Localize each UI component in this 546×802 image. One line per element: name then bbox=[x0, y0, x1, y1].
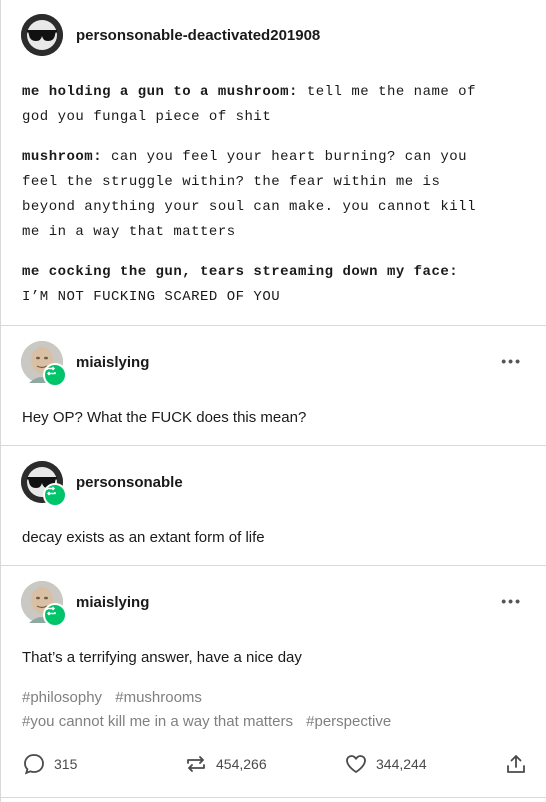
blog-name[interactable]: personsonable bbox=[76, 474, 183, 491]
reblog-entry: miaislying ••• That’s a terrifying answe… bbox=[0, 565, 546, 685]
heart-icon bbox=[346, 755, 366, 773]
comment-count: 315 bbox=[54, 756, 78, 772]
op-paragraph: mushroom: can you feel your heart burnin… bbox=[22, 145, 522, 245]
reblog-text: Hey OP? What the FUCK does this mean? bbox=[22, 409, 307, 426]
tag-link[interactable]: #philosophy bbox=[22, 689, 102, 706]
comment-button[interactable]: 315 bbox=[22, 752, 77, 776]
avatar[interactable] bbox=[21, 341, 67, 387]
avatar[interactable] bbox=[21, 461, 67, 507]
reblog-badge-icon bbox=[43, 483, 67, 507]
reblog-entry: miaislying ••• Hey OP? What the FUCK doe… bbox=[0, 325, 546, 445]
reblog-entry: personsonable decay exists as an extant … bbox=[0, 445, 546, 565]
post-footer: 315 454,266 344,244 bbox=[22, 752, 528, 780]
speaker-label: mushroom: bbox=[22, 149, 103, 165]
like-button[interactable]: 344,244 bbox=[344, 752, 427, 776]
tag-link[interactable]: #you cannot kill me in a way that matter… bbox=[22, 713, 293, 730]
reblog-badge-icon bbox=[43, 603, 67, 627]
speaker-label: me cocking the gun, tears streaming down… bbox=[22, 264, 459, 280]
tag-list: #philosophy #mushrooms #you cannot kill … bbox=[22, 686, 400, 734]
blog-name[interactable]: miaislying bbox=[76, 354, 149, 371]
blog-name[interactable]: miaislying bbox=[76, 594, 149, 611]
divider bbox=[0, 797, 546, 798]
op-header: personsonable-deactivated201908 bbox=[21, 14, 320, 56]
more-icon[interactable]: ••• bbox=[501, 593, 522, 609]
reblog-icon bbox=[187, 756, 205, 772]
post-card: personsonable-deactivated201908 me holdi… bbox=[0, 0, 546, 802]
reblog-badge-icon bbox=[43, 363, 67, 387]
avatar[interactable] bbox=[21, 581, 67, 627]
dialogue-text: I’M NOT FUCKING SCARED OF YOU bbox=[22, 289, 281, 305]
tag-link[interactable]: #mushrooms bbox=[115, 689, 202, 706]
reblog-header: personsonable bbox=[21, 461, 183, 507]
reblog-button[interactable]: 454,266 bbox=[184, 752, 267, 776]
avatar[interactable] bbox=[21, 14, 63, 56]
more-icon[interactable]: ••• bbox=[501, 353, 522, 369]
comment-icon bbox=[24, 754, 44, 775]
reblog-text: That’s a terrifying answer, have a nice … bbox=[22, 649, 302, 666]
op-paragraph: me holding a gun to a mushroom: tell me … bbox=[22, 80, 522, 130]
share-button[interactable] bbox=[504, 752, 528, 776]
speaker-label: me holding a gun to a mushroom: bbox=[22, 84, 298, 100]
reblog-header: miaislying bbox=[21, 581, 149, 627]
reblog-count: 454,266 bbox=[216, 756, 267, 772]
op-paragraph: me cocking the gun, tears streaming down… bbox=[22, 260, 522, 310]
blog-name[interactable]: personsonable-deactivated201908 bbox=[76, 27, 320, 44]
reblog-header: miaislying bbox=[21, 341, 149, 387]
reblog-text: decay exists as an extant form of life bbox=[22, 529, 265, 546]
sunglasses-avatar-icon bbox=[21, 14, 63, 56]
share-icon bbox=[507, 755, 525, 773]
like-count: 344,244 bbox=[376, 756, 427, 772]
tag-link[interactable]: #perspective bbox=[306, 713, 391, 730]
